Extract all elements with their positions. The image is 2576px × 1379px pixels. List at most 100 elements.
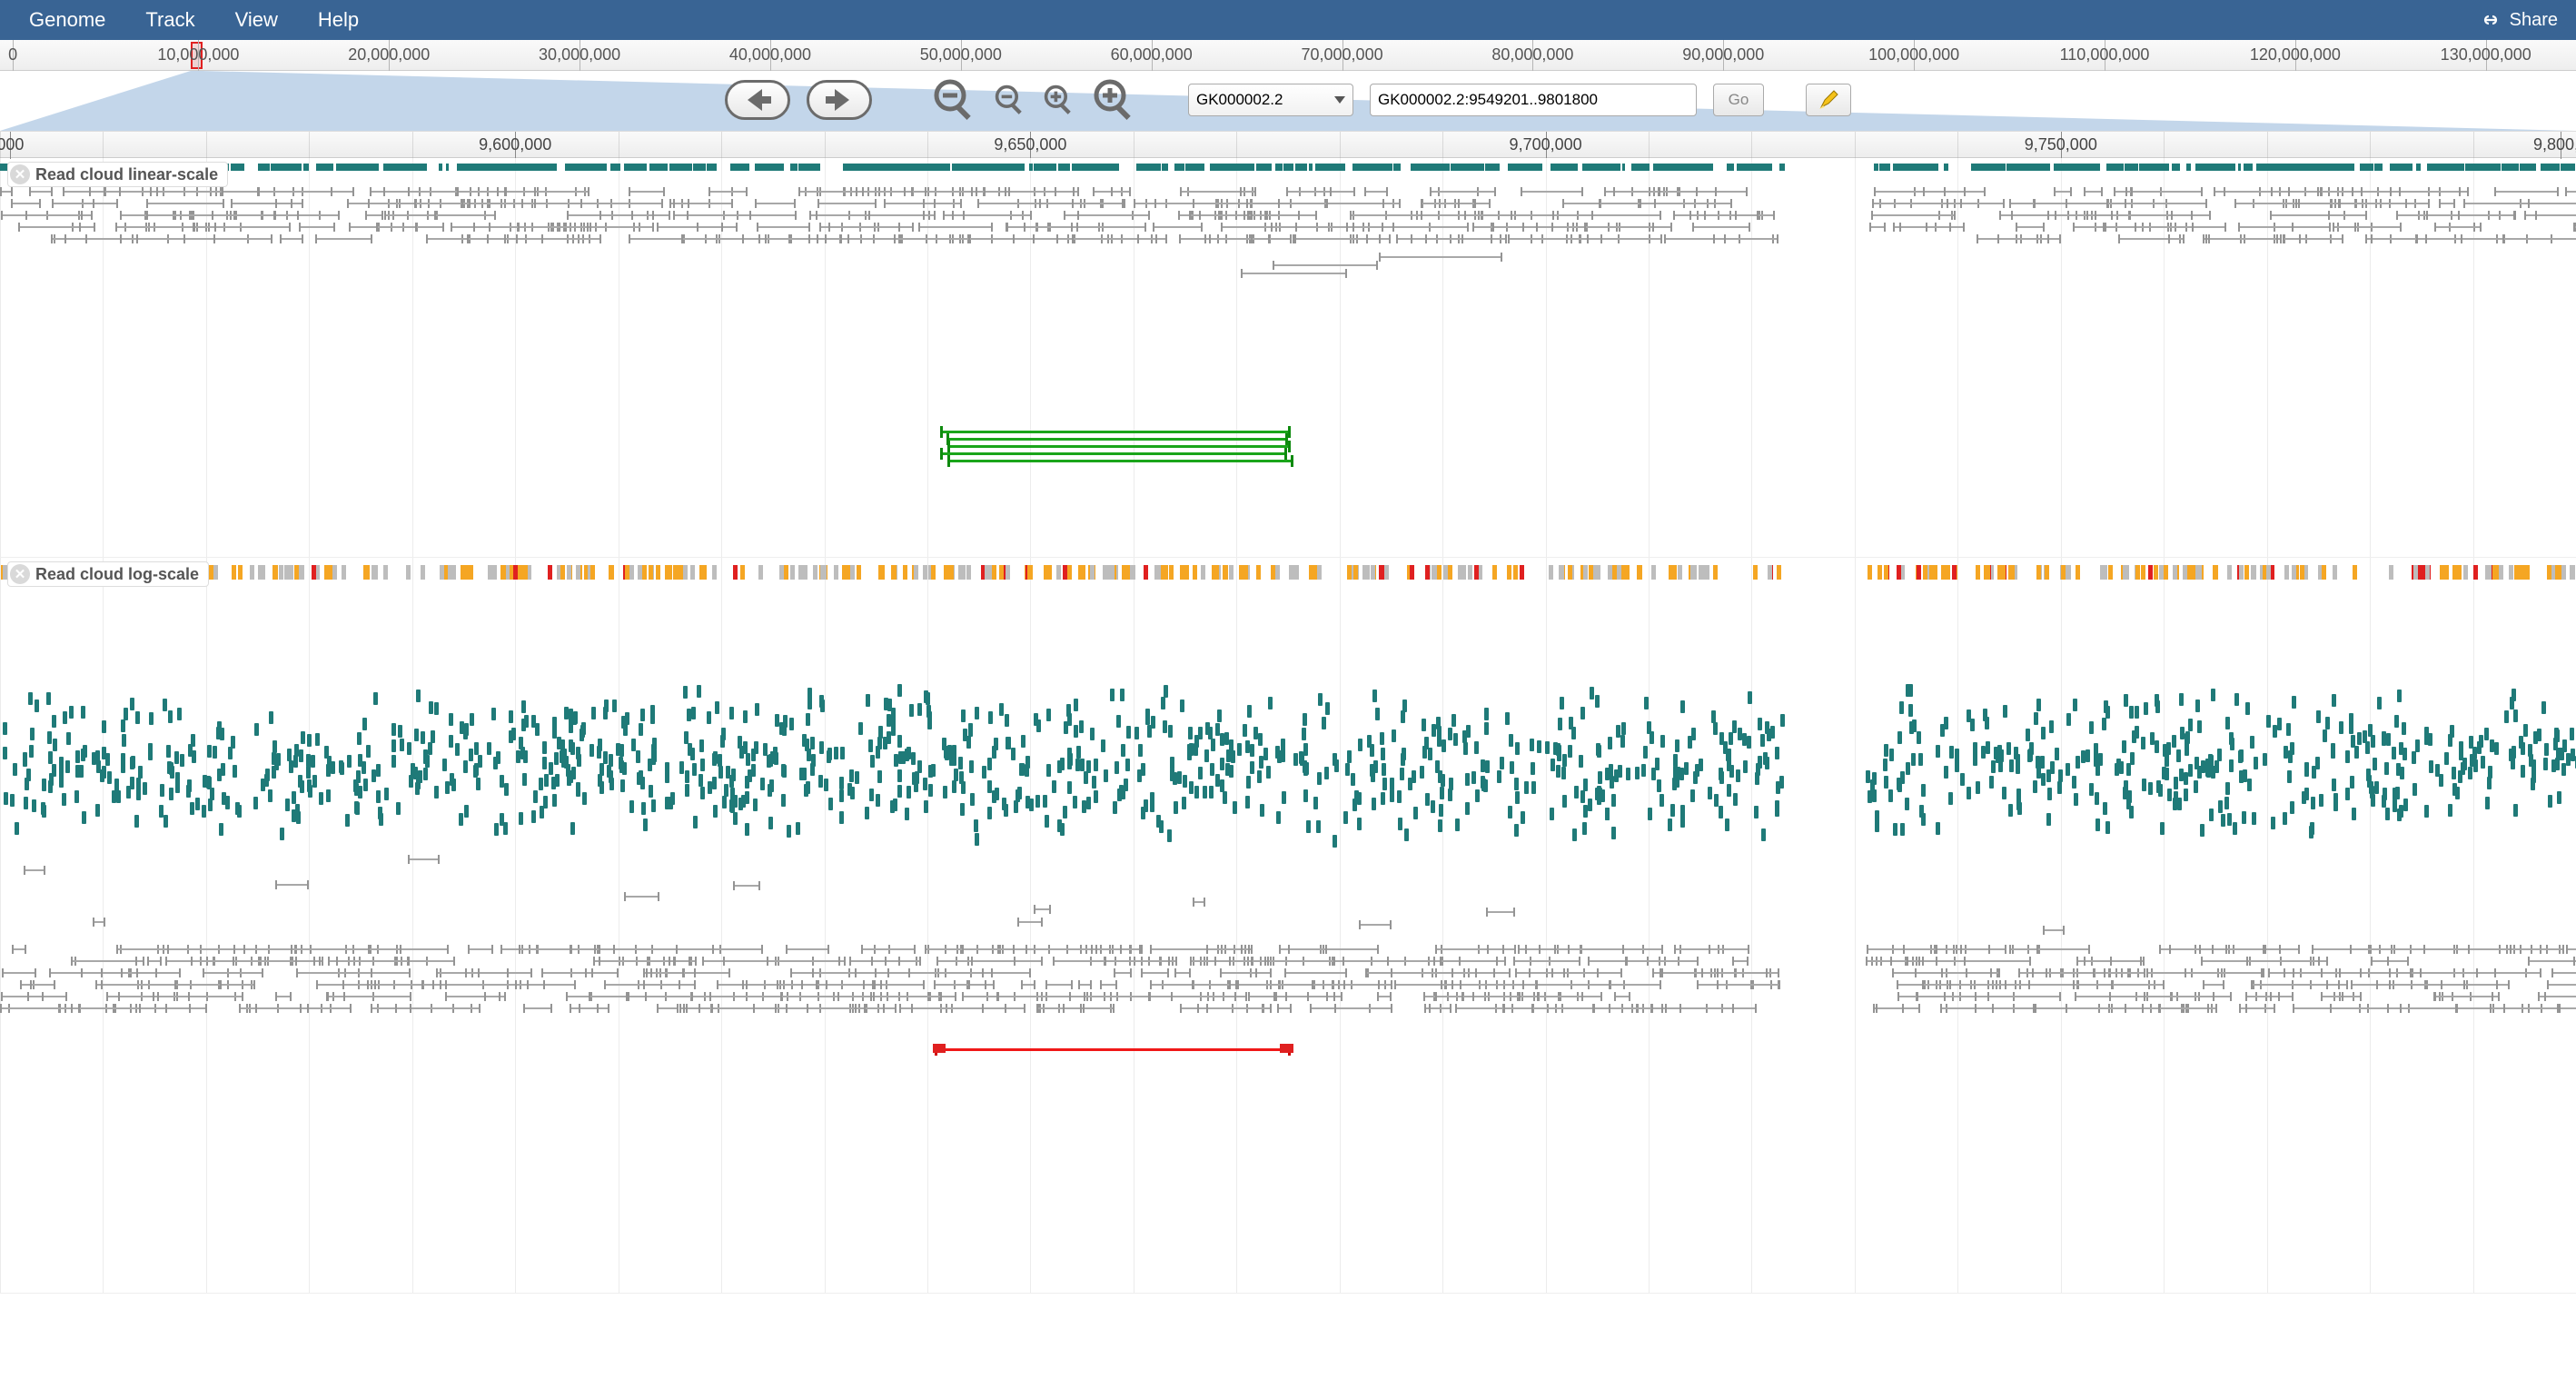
read-dot xyxy=(687,709,691,721)
read-dot xyxy=(1688,736,1692,749)
track-label[interactable]: ✕Read cloud linear-scale xyxy=(7,162,228,187)
pair-span xyxy=(1174,972,1190,974)
highlight-button[interactable] xyxy=(1806,84,1851,116)
track[interactable]: ✕Read cloud linear-scale xyxy=(0,158,2576,558)
read-dot xyxy=(1243,724,1247,737)
pair-span xyxy=(469,203,523,204)
track-close-button[interactable]: ✕ xyxy=(10,164,30,184)
share-button[interactable]: Share xyxy=(2479,10,2567,31)
read-glyph xyxy=(411,164,418,171)
navigation-toolbar: Go xyxy=(0,76,2576,124)
read-dot xyxy=(1568,745,1572,758)
read-glyph xyxy=(1676,164,1683,171)
read-glyph xyxy=(977,164,982,171)
read-dot xyxy=(2350,776,2354,789)
read-dot xyxy=(2459,748,2463,760)
ruler-minor-tick xyxy=(825,132,826,159)
pan-left-button[interactable] xyxy=(725,80,790,120)
read-dot xyxy=(233,765,237,778)
menu-genome[interactable]: Genome xyxy=(9,0,125,40)
read-dot xyxy=(1893,823,1897,836)
track[interactable]: ✕Read cloud log-scale xyxy=(0,558,2576,1294)
pair-span xyxy=(1153,226,1203,228)
read-dot xyxy=(877,770,882,783)
pair-span xyxy=(1241,273,1347,274)
coverage-bar xyxy=(1090,565,1095,580)
coverage-bar xyxy=(2141,565,2145,580)
read-glyph xyxy=(941,164,946,171)
zoom-out-big-button[interactable] xyxy=(932,77,977,123)
read-dot xyxy=(2304,788,2309,800)
zoom-in-small-button[interactable] xyxy=(1043,84,1075,116)
read-dot xyxy=(1597,745,1601,758)
read-glyph xyxy=(2095,164,2100,171)
read-dot xyxy=(2041,773,2046,786)
read-dot xyxy=(952,780,956,793)
read-dot xyxy=(1397,790,1402,803)
coverage-bar xyxy=(2425,565,2430,580)
read-dot xyxy=(1250,744,1254,757)
overview-tick-label: 120,000,000 xyxy=(2250,45,2341,64)
coverage-bar xyxy=(1437,565,1442,580)
read-dot xyxy=(609,770,613,783)
read-dot xyxy=(2122,740,2126,753)
pair-span xyxy=(1382,203,1401,204)
menu-help[interactable]: Help xyxy=(298,0,379,40)
location-input[interactable] xyxy=(1370,84,1697,116)
coverage-bar xyxy=(1461,565,1466,580)
menu-view[interactable]: View xyxy=(215,0,298,40)
reference-select-value[interactable] xyxy=(1188,84,1353,116)
read-dot xyxy=(2209,809,2214,821)
reference-select[interactable] xyxy=(1188,84,1353,116)
read-dot xyxy=(2315,757,2320,769)
menu-track[interactable]: Track xyxy=(125,0,214,40)
read-dot xyxy=(2283,812,2287,825)
coverage-bar xyxy=(2284,565,2289,580)
coverage-bar xyxy=(2266,565,2271,580)
zoom-in-big-button[interactable] xyxy=(1092,77,1137,123)
read-dot xyxy=(391,739,396,752)
coverage-bar xyxy=(324,565,329,580)
read-dot xyxy=(487,742,491,755)
pair-span xyxy=(541,238,601,240)
location-ruler[interactable]: 0009,600,0009,650,0009,700,0009,750,0009… xyxy=(0,131,2576,158)
read-dot xyxy=(1562,795,1567,808)
read-glyph xyxy=(336,164,340,171)
read-dot xyxy=(287,749,292,761)
read-dot xyxy=(960,803,965,816)
read-dot xyxy=(4,792,8,805)
read-dot xyxy=(1908,704,1913,717)
track-label[interactable]: ✕Read cloud log-scale xyxy=(7,561,209,587)
pair-span xyxy=(2333,226,2356,228)
read-glyph xyxy=(2066,164,2074,171)
coverage-bar xyxy=(2135,565,2140,580)
pair-span xyxy=(2208,238,2278,240)
read-glyph xyxy=(995,164,999,171)
read-dot xyxy=(887,731,891,744)
read-dot xyxy=(712,777,717,789)
pair-span xyxy=(1907,960,1920,962)
read-dot xyxy=(2201,760,2205,773)
pair-span xyxy=(786,948,830,950)
zoom-out-small-button[interactable] xyxy=(994,84,1026,116)
pair-span xyxy=(1679,1007,1734,1009)
pair-span xyxy=(2,972,36,974)
coverage-bar xyxy=(903,565,907,580)
go-button[interactable]: Go xyxy=(1713,84,1764,116)
read-dot xyxy=(474,763,479,776)
pair-span xyxy=(657,1007,679,1009)
read-dot xyxy=(1258,733,1263,746)
overview-ruler[interactable]: 010,000,00020,000,00030,000,00040,000,00… xyxy=(0,40,2576,71)
coverage-bar xyxy=(656,565,660,580)
read-dot xyxy=(1955,759,1959,772)
coverage-bar xyxy=(2322,565,2326,580)
coverage-bar xyxy=(2244,565,2249,580)
read-glyph xyxy=(870,164,877,171)
feature-span xyxy=(947,445,1292,448)
read-dot xyxy=(868,739,873,752)
pan-right-button[interactable] xyxy=(807,80,872,120)
track-close-button[interactable]: ✕ xyxy=(10,564,30,584)
coverage-bar xyxy=(1946,565,1950,580)
read-dot xyxy=(1231,750,1235,763)
pair-span xyxy=(2279,948,2301,950)
